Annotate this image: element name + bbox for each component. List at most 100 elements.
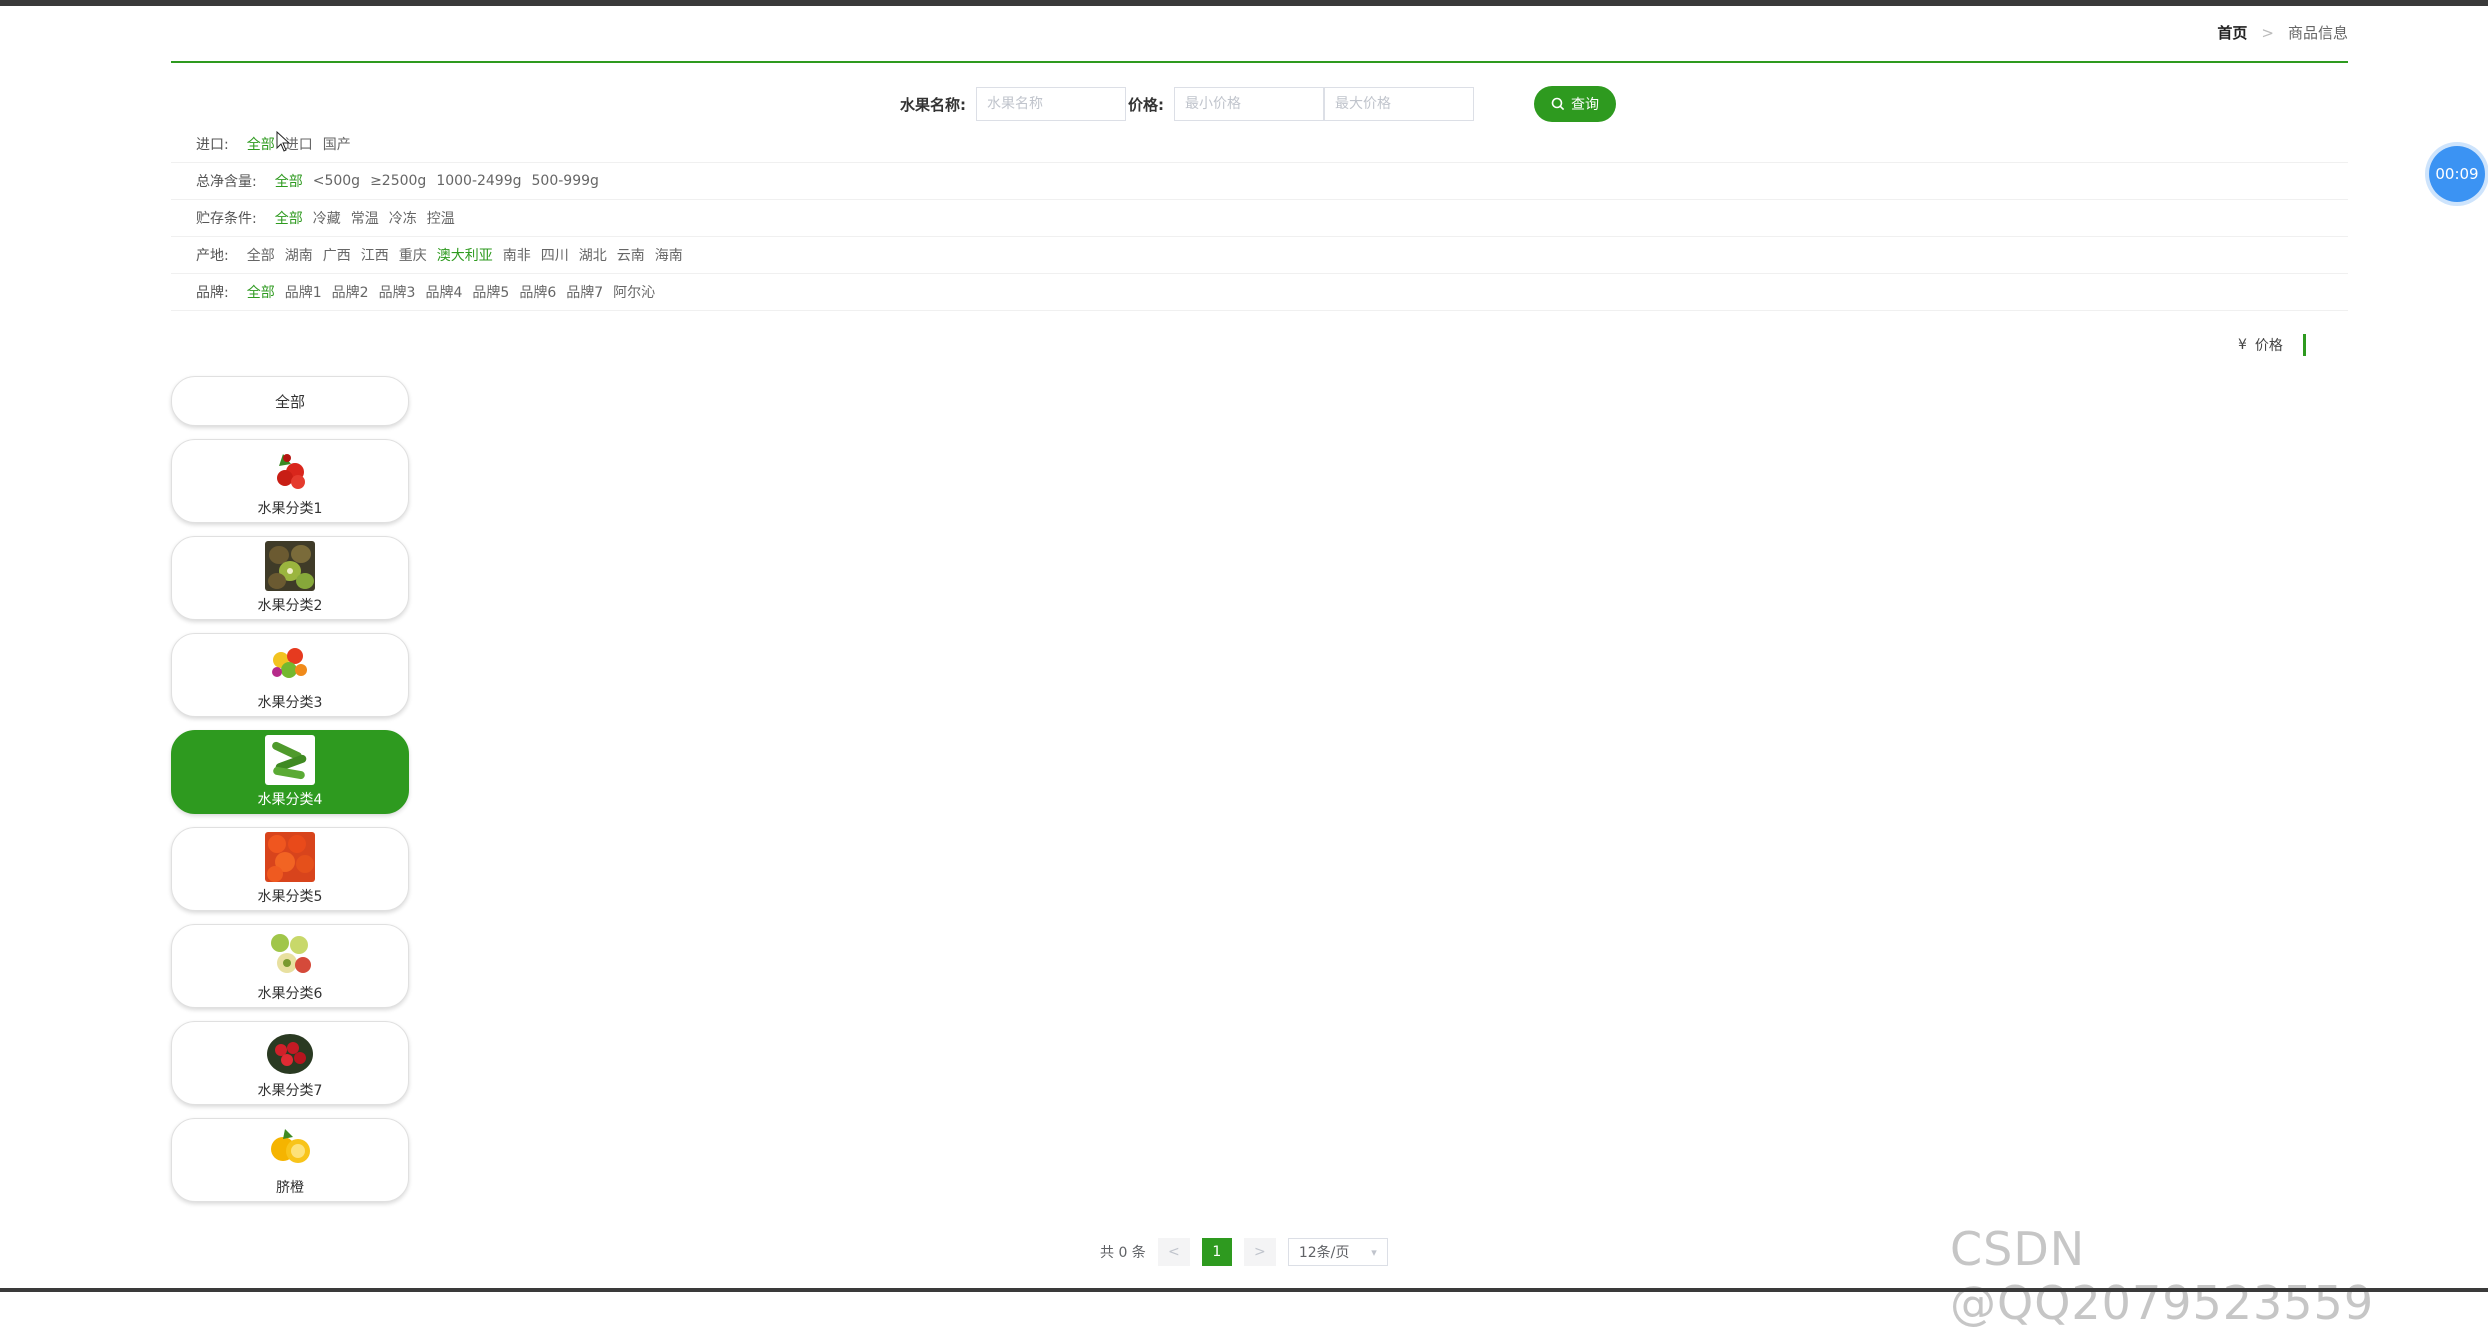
filter-option[interactable]: 澳大利亚 bbox=[437, 245, 493, 265]
fruit-thumbnail bbox=[265, 1123, 315, 1173]
pagination: 共 0 条 < 1 > 12条/页 ▾ bbox=[1100, 1238, 1388, 1266]
filter-option[interactable]: 品牌6 bbox=[519, 282, 556, 302]
category-item[interactable]: 水果分类4 bbox=[171, 730, 409, 814]
filter-option[interactable]: 全部 bbox=[247, 134, 275, 154]
filter-option[interactable]: 品牌1 bbox=[285, 282, 322, 302]
category-label: 水果分类6 bbox=[257, 986, 323, 1002]
filter-label: 品牌: bbox=[196, 285, 229, 301]
filter-label: 贮存条件: bbox=[196, 211, 257, 227]
page-number-current[interactable]: 1 bbox=[1201, 1238, 1232, 1266]
fruit-thumbnail bbox=[265, 1026, 315, 1076]
filter-row-storage: 贮存条件: 全部 冷藏 常温 冷冻 控温 bbox=[171, 200, 2348, 237]
fruit-thumbnail bbox=[265, 444, 315, 494]
fruit-thumbnail bbox=[265, 541, 315, 591]
max-price-input[interactable] bbox=[1324, 87, 1474, 121]
category-label: 水果分类2 bbox=[257, 598, 323, 614]
page-size-value: 12条/页 bbox=[1298, 1245, 1350, 1261]
category-item[interactable]: 脐橙 bbox=[171, 1118, 409, 1202]
fruit-name-label: 水果名称: bbox=[900, 95, 966, 114]
fruit-thumbnail bbox=[265, 735, 315, 785]
category-label: 水果分类3 bbox=[257, 695, 323, 711]
price-sort-label: 价格 bbox=[2254, 338, 2283, 354]
filter-option[interactable]: 重庆 bbox=[399, 245, 427, 265]
price-label: 价格: bbox=[1128, 95, 1164, 114]
sort-indicator bbox=[2302, 334, 2306, 356]
filter-option[interactable]: 海南 bbox=[655, 245, 683, 265]
breadcrumb: 首页 > 商品信息 bbox=[2217, 22, 2348, 43]
filter-option[interactable]: 云南 bbox=[617, 245, 645, 265]
filter-option[interactable]: 1000-2499g bbox=[436, 173, 521, 189]
filter-option[interactable]: 品牌4 bbox=[425, 282, 462, 302]
search-bar: 水果名称: 价格: 查询 bbox=[900, 86, 1616, 122]
fruit-thumbnail bbox=[265, 929, 315, 979]
filter-option[interactable]: 全部 bbox=[247, 245, 275, 265]
filter-option[interactable]: 全部 bbox=[275, 208, 303, 228]
category-label: 水果分类4 bbox=[257, 792, 323, 808]
timer-value: 00:09 bbox=[2435, 165, 2479, 183]
watermark: CSDN @QQ2079523559 bbox=[1950, 1222, 2375, 1330]
breadcrumb-separator: > bbox=[2261, 23, 2274, 42]
fruit-name-input[interactable] bbox=[976, 87, 1126, 121]
category-all[interactable]: 全部 bbox=[171, 376, 409, 426]
breadcrumb-home[interactable]: 首页 bbox=[2217, 22, 2247, 43]
mouse-cursor-icon bbox=[276, 131, 291, 152]
filter-option[interactable]: 控温 bbox=[427, 208, 455, 228]
search-icon bbox=[1551, 97, 1565, 111]
window-bottom-strip bbox=[0, 1288, 2488, 1292]
filter-row-brand: 品牌: 全部 品牌1 品牌2 品牌3 品牌4 品牌5 品牌6 品牌7 阿尔沁 bbox=[171, 274, 2348, 311]
filter-option[interactable]: 江西 bbox=[361, 245, 389, 265]
filter-option[interactable]: 全部 bbox=[247, 282, 275, 302]
filter-label: 产地: bbox=[196, 248, 229, 264]
filter-option[interactable]: <500g bbox=[313, 173, 360, 189]
search-button-label: 查询 bbox=[1571, 96, 1599, 112]
category-item[interactable]: 水果分类6 bbox=[171, 924, 409, 1008]
filter-row-origin: 产地: 全部 湖南 广西 江西 重庆 澳大利亚 南非 四川 湖北 云南 海南 bbox=[171, 237, 2348, 274]
next-page-button[interactable]: > bbox=[1243, 1238, 1276, 1266]
filter-option[interactable]: 全部 bbox=[275, 171, 303, 191]
filter-option[interactable]: ≥2500g bbox=[370, 173, 426, 189]
filter-label: 进口: bbox=[196, 137, 229, 153]
category-label: 脐橙 bbox=[276, 1180, 304, 1196]
timer-badge[interactable]: 00:09 bbox=[2429, 146, 2485, 202]
filter-option[interactable]: 品牌3 bbox=[379, 282, 416, 302]
category-item[interactable]: 水果分类1 bbox=[171, 439, 409, 523]
filter-option[interactable]: 南非 bbox=[503, 245, 531, 265]
filter-option[interactable]: 品牌5 bbox=[472, 282, 509, 302]
filter-option[interactable]: 国产 bbox=[323, 134, 351, 154]
filter-option[interactable]: 湖北 bbox=[579, 245, 607, 265]
window-top-strip bbox=[0, 0, 2488, 6]
filter-option[interactable]: 四川 bbox=[541, 245, 569, 265]
currency-symbol: ¥ bbox=[2238, 337, 2247, 353]
filter-option[interactable]: 500-999g bbox=[532, 173, 599, 189]
fruit-thumbnail bbox=[265, 638, 315, 688]
filter-option[interactable]: 冷藏 bbox=[313, 208, 341, 228]
prev-page-button[interactable]: < bbox=[1157, 1238, 1190, 1266]
header-divider bbox=[171, 61, 2348, 63]
category-label: 水果分类1 bbox=[257, 501, 323, 517]
filter-option[interactable]: 阿尔沁 bbox=[613, 282, 655, 302]
min-price-input[interactable] bbox=[1174, 87, 1324, 121]
filter-option[interactable]: 冷冻 bbox=[389, 208, 417, 228]
total-count: 共 0 条 bbox=[1100, 1245, 1146, 1261]
filter-option[interactable]: 常温 bbox=[351, 208, 379, 228]
filter-option[interactable]: 品牌2 bbox=[332, 282, 369, 302]
category-label: 水果分类7 bbox=[257, 1083, 323, 1099]
filter-label: 总净含量: bbox=[196, 174, 257, 190]
chevron-down-icon: ▾ bbox=[1371, 1245, 1377, 1259]
price-sort[interactable]: ¥ 价格 bbox=[2238, 334, 2306, 356]
category-list: 全部 水果分类1 水果分类2 水果分类3 水果分类4 水果分类5 水果分类6 水… bbox=[171, 376, 409, 1215]
filter-option[interactable]: 品牌7 bbox=[566, 282, 603, 302]
page-size-select[interactable]: 12条/页 ▾ bbox=[1287, 1238, 1388, 1266]
category-label: 水果分类5 bbox=[257, 889, 323, 905]
filter-row-net-weight: 总净含量: 全部 <500g ≥2500g 1000-2499g 500-999… bbox=[171, 163, 2348, 200]
category-item[interactable]: 水果分类7 bbox=[171, 1021, 409, 1105]
filter-option[interactable]: 广西 bbox=[323, 245, 351, 265]
category-item[interactable]: 水果分类2 bbox=[171, 536, 409, 620]
fruit-thumbnail bbox=[265, 832, 315, 882]
category-item[interactable]: 水果分类3 bbox=[171, 633, 409, 717]
search-button[interactable]: 查询 bbox=[1534, 86, 1616, 122]
category-label: 全部 bbox=[274, 392, 305, 411]
breadcrumb-current: 商品信息 bbox=[2287, 24, 2348, 42]
category-item[interactable]: 水果分类5 bbox=[171, 827, 409, 911]
filter-option[interactable]: 湖南 bbox=[285, 245, 313, 265]
